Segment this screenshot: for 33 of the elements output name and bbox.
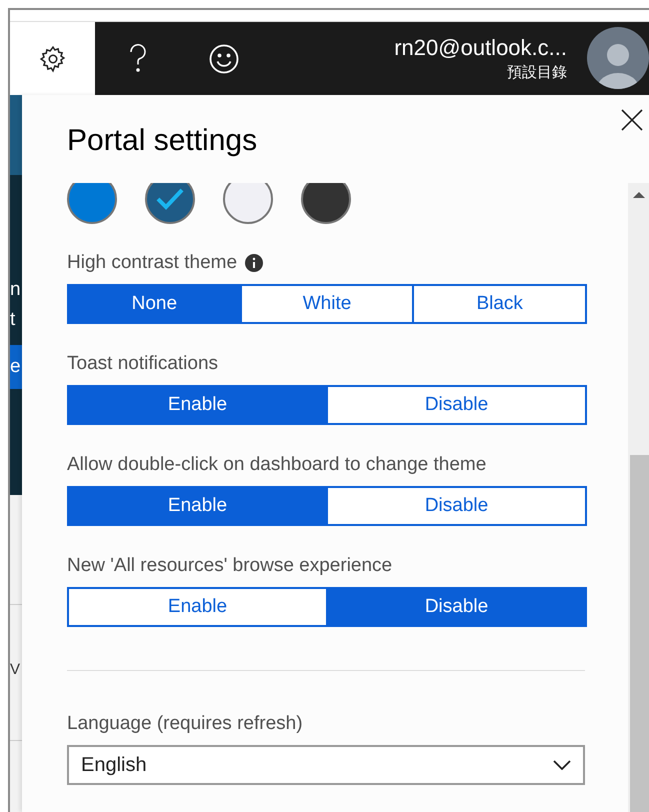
cut-text: t — [10, 308, 16, 332]
setting-label: High contrast theme — [67, 250, 238, 275]
info-icon — [245, 254, 264, 272]
close-button[interactable] — [619, 107, 645, 133]
theme-swatch[interactable] — [223, 183, 273, 224]
cut-text: e — [10, 345, 22, 389]
scrollbar[interactable] — [628, 183, 649, 812]
panel-title: Portal settings — [67, 123, 258, 159]
theme-swatch[interactable] — [145, 183, 195, 224]
language-dropdown[interactable]: English — [67, 745, 585, 785]
toggle-option[interactable]: None — [69, 286, 240, 322]
theme-swatch[interactable] — [301, 183, 351, 224]
account-directory: 預設目錄 — [507, 62, 567, 82]
toggle-option[interactable]: Enable — [69, 488, 326, 524]
check-icon — [156, 188, 184, 210]
scroll-thumb[interactable] — [630, 455, 649, 812]
theme-swatch[interactable] — [67, 183, 117, 224]
help-icon — [129, 44, 147, 74]
smiley-icon — [209, 44, 239, 74]
language-label: Language (requires refresh) — [67, 712, 303, 736]
scroll-up-icon — [632, 192, 644, 198]
settings-tab[interactable] — [10, 22, 95, 95]
setting-label: Allow double-click on dashboard to change theme — [67, 452, 486, 477]
close-icon — [621, 109, 643, 131]
account-email: rn20@outlook.c... — [394, 34, 567, 62]
setting-label: Toast notifications — [67, 352, 218, 376]
cut-text: V — [10, 660, 22, 680]
chevron-down-icon — [553, 760, 571, 770]
setting-label: New 'All resources' browse experience — [67, 554, 392, 578]
cut-text: n — [10, 278, 22, 302]
settings-icon — [38, 44, 68, 74]
toggle-option[interactable]: Disable — [326, 589, 585, 625]
toggle-option[interactable]: Enable — [69, 387, 326, 423]
